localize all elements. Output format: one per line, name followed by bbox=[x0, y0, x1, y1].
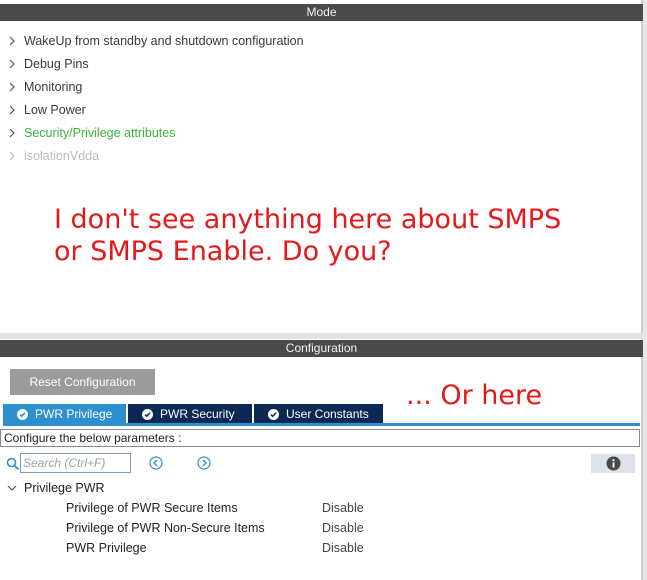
reset-configuration-button[interactable]: Reset Configuration bbox=[10, 369, 155, 395]
check-circle-icon bbox=[142, 408, 153, 420]
tree-item-low-power[interactable]: Low Power bbox=[6, 101, 86, 119]
tree-item-label: Low Power bbox=[24, 103, 86, 117]
tab-label: PWR Privilege bbox=[35, 407, 113, 421]
param-value[interactable]: Disable bbox=[322, 499, 364, 517]
tree-item-label: Debug Pins bbox=[24, 57, 89, 71]
tree-item-wakeup[interactable]: WakeUp from standby and shutdown configu… bbox=[6, 32, 304, 50]
tree-item-security-privilege[interactable]: Security/Privilege attributes bbox=[6, 124, 175, 142]
group-title-label: Privilege PWR bbox=[24, 481, 105, 495]
group-privilege-pwr[interactable]: Privilege PWR bbox=[6, 480, 105, 496]
annotation-note-line2: or SMPS Enable. Do you? bbox=[54, 236, 392, 267]
info-icon[interactable] bbox=[606, 456, 621, 471]
annotation-note-line1: I don't see anything here about SMPS bbox=[54, 204, 562, 235]
tab-pwr-security[interactable]: PWR Security bbox=[128, 404, 252, 424]
chevron-right-icon[interactable] bbox=[6, 80, 18, 94]
annotation-config-note: ... Or here bbox=[406, 380, 543, 411]
tree-item-label: WakeUp from standby and shutdown configu… bbox=[24, 34, 304, 48]
check-circle-icon bbox=[268, 408, 279, 420]
tree-item-label: Security/Privilege attributes bbox=[24, 126, 176, 140]
panel-border bbox=[641, 0, 643, 580]
chevron-right-icon[interactable] bbox=[6, 103, 18, 117]
tab-bar-underline bbox=[3, 423, 640, 426]
chevron-right-icon[interactable] bbox=[6, 57, 18, 71]
previous-icon[interactable] bbox=[149, 456, 163, 470]
tab-label: PWR Security bbox=[160, 407, 235, 421]
tab-label: User Constants bbox=[286, 407, 369, 421]
chevron-right-icon[interactable] bbox=[6, 149, 18, 163]
check-circle-icon bbox=[17, 408, 28, 420]
panel-splitter[interactable] bbox=[0, 333, 643, 339]
tree-item-debug-pins[interactable]: Debug Pins bbox=[6, 55, 89, 73]
tab-user-constants[interactable]: User Constants bbox=[254, 404, 383, 424]
tree-item-monitoring[interactable]: Monitoring bbox=[6, 78, 82, 96]
search-icon bbox=[6, 457, 20, 471]
search-input[interactable] bbox=[20, 453, 131, 473]
chevron-right-icon[interactable] bbox=[6, 126, 18, 140]
param-value[interactable]: Disable bbox=[322, 519, 364, 537]
tree-item-isolation-vdda[interactable]: isolationVdda bbox=[6, 147, 99, 165]
scrollbar-track[interactable] bbox=[643, 0, 647, 580]
chevron-down-icon[interactable] bbox=[6, 481, 18, 495]
chevron-right-icon[interactable] bbox=[6, 34, 18, 48]
configuration-panel-title: Configuration bbox=[0, 340, 643, 357]
param-value[interactable]: Disable bbox=[322, 539, 364, 557]
tree-item-label: isolationVdda bbox=[24, 149, 100, 163]
mode-panel-title: Mode bbox=[0, 4, 643, 21]
tab-pwr-privilege[interactable]: PWR Privilege bbox=[3, 404, 126, 424]
parameters-instructions: Configure the below parameters : bbox=[0, 429, 640, 447]
tree-item-label: Monitoring bbox=[24, 80, 83, 94]
next-icon[interactable] bbox=[197, 456, 211, 470]
